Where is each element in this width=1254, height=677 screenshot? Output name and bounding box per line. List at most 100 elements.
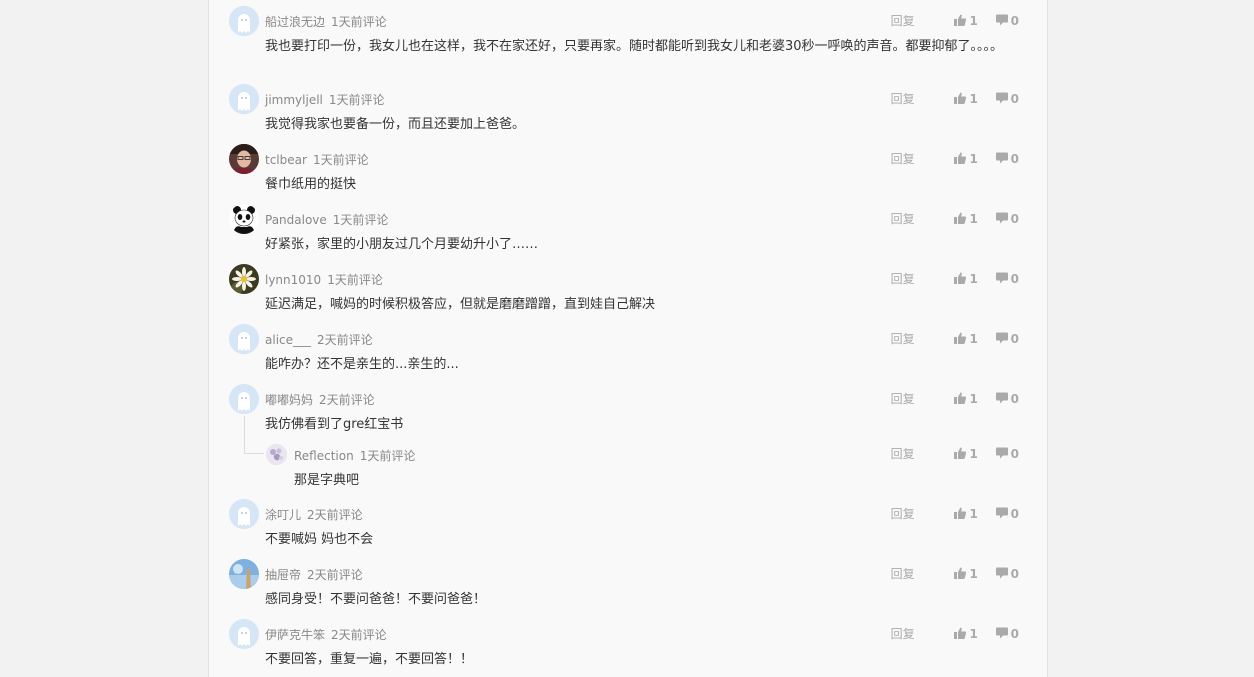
ghost-avatar[interactable] [229, 499, 259, 529]
reply-button[interactable]: 回复 [891, 505, 915, 522]
like-count: 1 [969, 392, 978, 406]
like-button[interactable]: 1 [954, 152, 978, 166]
comment-username[interactable]: jimmyljell [265, 93, 323, 107]
dislike-count: 0 [1010, 507, 1019, 521]
comment-text: 我觉得我家也要备一份，而且还要加上爸爸。 [265, 117, 526, 132]
comment-username[interactable]: 嘟嘟妈妈 [265, 393, 313, 407]
comment-text: 延迟满足，喊妈的时候积极答应，但就是磨磨蹭蹭，直到娃自己解决 [265, 297, 656, 312]
reply-button[interactable]: 回复 [891, 150, 915, 167]
dislike-count: 0 [1010, 447, 1019, 461]
comment-username[interactable]: Pandalove [265, 213, 327, 227]
comment-username[interactable]: 伊萨克牛笨 [265, 628, 325, 642]
like-button[interactable]: 1 [954, 92, 978, 106]
comment-time: 1天前评论 [328, 93, 385, 107]
ghost-avatar[interactable] [229, 84, 259, 114]
thumbs-up-icon [954, 392, 967, 404]
like-button[interactable]: 1 [954, 507, 978, 521]
dislike-button[interactable]: 0 [995, 14, 1019, 28]
dislike-button[interactable]: 0 [995, 507, 1019, 521]
comment-username[interactable]: 涂叮儿 [265, 508, 301, 522]
dislike-count: 0 [1010, 92, 1019, 106]
comment-time: 1天前评论 [327, 273, 383, 287]
ghost-avatar[interactable] [229, 324, 259, 354]
dislike-count: 0 [1010, 212, 1019, 226]
thumbs-up-icon [954, 507, 967, 519]
person-photo-avatar[interactable] [229, 144, 259, 174]
panda-avatar[interactable] [229, 204, 259, 234]
comment-bubble-icon [995, 212, 1008, 224]
like-count: 1 [969, 92, 978, 106]
dislike-count: 0 [1010, 152, 1019, 166]
thumbs-up-icon [954, 92, 967, 104]
reply-button[interactable]: 回复 [891, 445, 915, 462]
thread-line [244, 416, 245, 453]
reply-time: 1天前评论 [359, 449, 416, 463]
thread-connector [244, 453, 264, 454]
like-count: 1 [969, 447, 978, 461]
comment-username[interactable]: tclbear [265, 153, 307, 167]
nested-reply: Reflection 1天前评论 回复 1 0 那是字典吧 [266, 444, 1019, 489]
like-button[interactable]: 1 [954, 14, 978, 28]
like-button[interactable]: 1 [954, 332, 978, 346]
dislike-button[interactable]: 0 [995, 212, 1019, 226]
comment-username[interactable]: lynn1010 [265, 273, 321, 287]
reply-button[interactable]: 回复 [891, 210, 915, 227]
comment-username[interactable]: alice___ [265, 333, 311, 347]
comment-text: 不要回答，重复一遍，不要回答！！ [265, 652, 474, 667]
comment-time: 1天前评论 [332, 213, 389, 227]
ghost-avatar[interactable] [229, 384, 259, 414]
comment-time: 2天前评论 [307, 508, 363, 522]
ghost-avatar[interactable] [229, 619, 259, 649]
dislike-count: 0 [1010, 14, 1019, 28]
comment-text: 不要喊妈 妈也不会 [265, 532, 374, 547]
like-button[interactable]: 1 [954, 447, 978, 461]
dislike-count: 0 [1010, 627, 1019, 641]
dislike-button[interactable]: 0 [995, 152, 1019, 166]
comment-username[interactable]: 船过浪无边 [265, 15, 325, 29]
reply-username[interactable]: Reflection [294, 449, 354, 463]
dislike-button[interactable]: 0 [995, 92, 1019, 106]
comment-bubble-icon [995, 392, 1008, 404]
like-count: 1 [969, 152, 978, 166]
lavender-avatar[interactable] [266, 444, 287, 465]
flower-avatar[interactable] [229, 264, 259, 294]
like-button[interactable]: 1 [954, 212, 978, 226]
comment-text: 能咋办？还不是亲生的...亲生的... [265, 357, 459, 372]
like-button[interactable]: 1 [954, 392, 978, 406]
comment-bubble-icon [995, 332, 1008, 344]
thumbs-up-icon [954, 152, 967, 164]
thumbs-up-icon [954, 14, 967, 26]
dislike-button[interactable]: 0 [995, 567, 1019, 581]
like-button[interactable]: 1 [954, 272, 978, 286]
sky-photo-avatar[interactable] [229, 559, 259, 589]
dislike-button[interactable]: 0 [995, 392, 1019, 406]
like-button[interactable]: 1 [954, 627, 978, 641]
reply-button[interactable]: 回复 [891, 390, 915, 407]
comment-bubble-icon [995, 14, 1008, 26]
dislike-button[interactable]: 0 [995, 332, 1019, 346]
comment-text: 好紧张，家里的小朋友过几个月要幼升小了…… [265, 237, 539, 252]
dislike-button[interactable]: 0 [995, 627, 1019, 641]
reply-button[interactable]: 回复 [891, 270, 915, 287]
comment-text: 餐巾纸用的挺快 [265, 177, 357, 192]
comment-username[interactable]: 抽屉帝 [265, 568, 301, 582]
like-button[interactable]: 1 [954, 567, 978, 581]
reply-button[interactable]: 回复 [891, 90, 915, 107]
reply-button[interactable]: 回复 [891, 330, 915, 347]
comment-time: 2天前评论 [307, 568, 363, 582]
reply-button[interactable]: 回复 [891, 12, 915, 29]
dislike-count: 0 [1010, 392, 1019, 406]
comment-text: 我仿佛看到了gre红宝书 [265, 417, 404, 432]
comment-bubble-icon [995, 447, 1008, 459]
reply-button[interactable]: 回复 [891, 565, 915, 582]
like-count: 1 [969, 332, 978, 346]
thumbs-up-icon [954, 272, 967, 284]
dislike-button[interactable]: 0 [995, 272, 1019, 286]
comment-bubble-icon [995, 507, 1008, 519]
thumbs-up-icon [954, 212, 967, 224]
thumbs-up-icon [954, 567, 967, 579]
ghost-avatar[interactable] [229, 6, 259, 36]
dislike-button[interactable]: 0 [995, 447, 1019, 461]
thumbs-up-icon [954, 332, 967, 344]
reply-button[interactable]: 回复 [891, 625, 915, 642]
